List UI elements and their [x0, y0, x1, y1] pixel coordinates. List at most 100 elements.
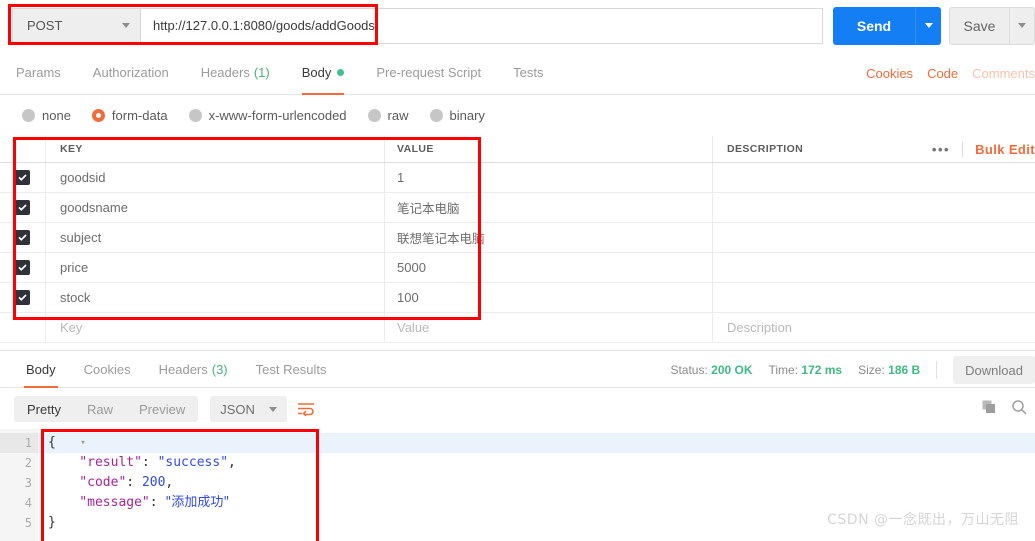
- status-item: Status: 200 OK: [670, 363, 752, 377]
- body-type-none[interactable]: none: [22, 108, 71, 123]
- row-checkbox-cell[interactable]: [0, 223, 46, 252]
- row-key-cell[interactable]: goodsid: [46, 163, 385, 192]
- row-value-text: 5000: [397, 260, 426, 275]
- word-wrap-toggle[interactable]: [297, 401, 315, 417]
- table-header-row: KEY VALUE DESCRIPTION ••• Bulk Edit: [0, 136, 1035, 163]
- row-key-cell[interactable]: price: [46, 253, 385, 282]
- row-checkbox-cell[interactable]: [0, 193, 46, 222]
- save-button[interactable]: Save: [949, 6, 1009, 45]
- row-key-cell[interactable]: goodsname: [46, 193, 385, 222]
- checkbox-checked-icon[interactable]: [15, 170, 30, 185]
- copy-button[interactable]: [981, 399, 997, 420]
- new-key-input[interactable]: Key: [46, 313, 385, 342]
- checkbox-checked-icon[interactable]: [15, 200, 30, 215]
- code-link[interactable]: Code: [927, 66, 958, 81]
- response-tab-body[interactable]: Body: [12, 352, 70, 388]
- row-description-cell[interactable]: [713, 223, 1035, 252]
- view-mode-pretty[interactable]: Pretty: [14, 396, 74, 422]
- save-options-button[interactable]: [1009, 6, 1035, 45]
- download-button[interactable]: Download: [953, 356, 1035, 384]
- bulk-edit-link[interactable]: Bulk Edit: [963, 142, 1035, 157]
- body-type-binary[interactable]: binary: [429, 107, 485, 123]
- fold-toggle-icon[interactable]: ▾: [78, 433, 88, 453]
- header-checkbox-cell: [0, 136, 46, 162]
- response-tab-cookies[interactable]: Cookies: [70, 352, 145, 388]
- code-token: :: [126, 475, 142, 490]
- search-button[interactable]: [1011, 399, 1027, 420]
- row-value-cell[interactable]: 笔记本电脑: [385, 193, 713, 222]
- table-empty-row: Key Value Description: [0, 313, 1035, 343]
- response-tab-test-results[interactable]: Test Results: [242, 352, 341, 388]
- word-wrap-icon: [297, 403, 314, 417]
- new-description-input[interactable]: Description: [713, 313, 1035, 342]
- row-description-cell[interactable]: [713, 253, 1035, 282]
- row-checkbox-cell[interactable]: [0, 163, 46, 192]
- send-options-button[interactable]: [915, 6, 941, 45]
- time-label: Time:: [768, 363, 799, 377]
- checkbox-checked-icon[interactable]: [15, 230, 30, 245]
- header-description-label: DESCRIPTION: [727, 143, 804, 155]
- row-description-cell[interactable]: [713, 193, 1035, 222]
- size-label: Size:: [858, 363, 885, 377]
- row-key-text: goodsid: [60, 170, 106, 185]
- row-description-cell[interactable]: [713, 283, 1035, 312]
- comments-link[interactable]: Comments: [972, 66, 1035, 81]
- response-tab-headers[interactable]: Headers (3): [145, 352, 242, 388]
- more-options-icon[interactable]: •••: [920, 142, 964, 157]
- view-mode-group: Pretty Raw Preview: [14, 396, 199, 422]
- tab-authorization[interactable]: Authorization: [77, 51, 185, 95]
- row-checkbox-cell[interactable]: [0, 283, 46, 312]
- radio-label: form-data: [111, 107, 168, 123]
- radio-icon: [188, 108, 202, 122]
- checkbox-checked-icon[interactable]: [15, 290, 30, 305]
- row-key-cell[interactable]: subject: [46, 223, 385, 252]
- table-row: price 5000: [0, 253, 1035, 283]
- row-description-cell[interactable]: [713, 163, 1035, 192]
- row-checkbox-cell[interactable]: [0, 313, 46, 342]
- row-value-cell[interactable]: 100: [385, 283, 713, 312]
- body-type-x-www-form-urlencoded[interactable]: x-www-form-urlencoded: [188, 108, 347, 123]
- viewer-right-tools: [981, 389, 1027, 429]
- new-value-input[interactable]: Value: [385, 313, 713, 342]
- row-value-text: 100: [397, 290, 419, 305]
- tab-params[interactable]: Params: [0, 51, 77, 95]
- radio-label: binary: [449, 107, 485, 123]
- http-method-select[interactable]: POST: [12, 7, 140, 44]
- body-type-form-data[interactable]: form-data: [91, 107, 168, 123]
- time-item: Time: 172 ms: [769, 363, 843, 377]
- cookies-link[interactable]: Cookies: [866, 66, 913, 81]
- view-mode-preview[interactable]: Preview: [126, 396, 198, 422]
- tab-headers[interactable]: Headers (1): [185, 51, 286, 95]
- response-format-select[interactable]: JSON: [210, 396, 287, 422]
- row-value-cell[interactable]: 1: [385, 163, 713, 192]
- row-checkbox-cell[interactable]: [0, 253, 46, 282]
- code-token: :: [149, 495, 166, 510]
- radio-icon: [22, 108, 35, 122]
- tab-tests[interactable]: Tests: [497, 51, 559, 95]
- row-key-cell[interactable]: stock: [46, 283, 385, 312]
- request-right-links: Cookies Code Comments: [866, 51, 1035, 95]
- code-line: {: [38, 433, 1035, 453]
- code-token-number: 200: [141, 475, 166, 490]
- tab-pre-request-script[interactable]: Pre-request Script: [360, 51, 497, 95]
- status-label: Status:: [670, 363, 708, 377]
- row-value-cell[interactable]: 5000: [385, 253, 713, 282]
- search-icon: [1012, 399, 1027, 415]
- row-value-cell[interactable]: 联想笔记本电脑: [385, 223, 713, 252]
- view-mode-raw[interactable]: Raw: [74, 396, 126, 422]
- tab-body[interactable]: Body: [286, 51, 361, 95]
- size-item: Size: 186 B: [858, 363, 920, 377]
- url-input[interactable]: http://127.0.0.1:8080/goods/addGoods: [140, 7, 823, 44]
- line-number: 2: [24, 456, 32, 470]
- tab-label: Body: [301, 65, 332, 80]
- copy-icon: [982, 400, 995, 413]
- divider: [936, 361, 938, 379]
- send-button[interactable]: Send: [833, 6, 915, 45]
- checkbox-checked-icon[interactable]: [15, 260, 30, 275]
- row-key-text: subject: [60, 230, 102, 245]
- line-number: 4: [24, 496, 32, 510]
- body-type-raw[interactable]: raw: [367, 108, 409, 123]
- save-button-group: Save: [949, 6, 1035, 45]
- code-token: ,: [165, 475, 174, 490]
- chevron-down-icon: [924, 23, 933, 28]
